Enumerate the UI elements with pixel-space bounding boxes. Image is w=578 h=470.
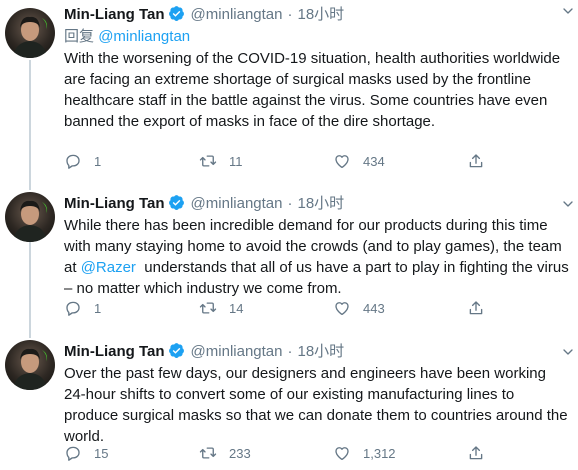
- reply-icon: [66, 154, 80, 169]
- separator-dot: ·: [287, 343, 293, 360]
- avatar[interactable]: [5, 340, 55, 390]
- retweet-icon: [199, 155, 217, 167]
- reply-count: 15: [94, 445, 109, 461]
- reply-count: 1: [94, 153, 102, 169]
- thread-connector: [29, 60, 31, 182]
- verified-badge-icon: [168, 6, 184, 21]
- thread-connector: [29, 182, 31, 190]
- tweet-timestamp[interactable]: 18小时: [298, 343, 345, 360]
- reply-button[interactable]: 1: [64, 149, 101, 173]
- author-name[interactable]: Min-Liang Tan: [64, 343, 165, 360]
- tweet-header: Min-Liang Tan @minliangtan · 18小时: [64, 193, 570, 215]
- heart-icon: [335, 302, 349, 316]
- tweet-content: Min-Liang Tan @minliangtan · 18小时 Over the …: [64, 341, 570, 447]
- tweet-text: With the worsening of the COVID-19 situa…: [64, 50, 561, 130]
- verified-badge-icon: [168, 343, 184, 358]
- tweet-actions: 15 233 1,312: [64, 441, 494, 465]
- mention-link-razer[interactable]: @Razer: [81, 259, 136, 276]
- author-handle[interactable]: @minliangtan: [191, 343, 283, 360]
- tweet-actions: 1 11 434: [64, 149, 494, 173]
- chevron-down-icon[interactable]: [560, 3, 576, 19]
- reply-context: 回复 @minliangtan: [64, 26, 570, 48]
- reply-icon: [66, 446, 80, 461]
- retweet-count: 11: [229, 153, 243, 169]
- reply-button[interactable]: 15: [64, 441, 108, 465]
- reply-mention-link[interactable]: @minliangtan: [98, 28, 190, 45]
- share-icon: [469, 154, 483, 168]
- avatar-image: [13, 200, 47, 242]
- like-count: 434: [363, 153, 385, 169]
- heart-icon: [335, 155, 349, 169]
- tweet-timestamp[interactable]: 18小时: [298, 6, 345, 23]
- author-name[interactable]: Min-Liang Tan: [64, 195, 165, 212]
- tweet[interactable]: Min-Liang Tan @minliangtan · 18小时 回复 @minli…: [0, 0, 578, 182]
- verified-badge-icon: [168, 195, 184, 210]
- reply-icon: [66, 301, 80, 316]
- like-button[interactable]: 434: [333, 149, 385, 173]
- avatar-image: [13, 348, 47, 390]
- like-count: 443: [363, 300, 385, 316]
- share-button[interactable]: [467, 441, 485, 465]
- tweet-header: Min-Liang Tan @minliangtan · 18小时: [64, 341, 570, 363]
- author-handle[interactable]: @minliangtan: [191, 6, 283, 23]
- tweet[interactable]: Min-Liang Tan @minliangtan · 18小时 Over the …: [0, 328, 578, 470]
- separator-dot: ·: [287, 195, 293, 212]
- like-button[interactable]: 1,312: [333, 441, 396, 465]
- retweet-button[interactable]: 14: [199, 296, 243, 320]
- retweet-count: 233: [229, 445, 251, 461]
- tweet-text-part: understands that all of us have a part t…: [64, 259, 573, 297]
- avatar-image: [13, 16, 47, 58]
- heart-icon: [335, 447, 349, 461]
- tweet-text: While there has been incredible demand f…: [64, 215, 570, 299]
- tweet[interactable]: Min-Liang Tan @minliangtan · 18小时 While the…: [0, 182, 578, 328]
- tweet-actions: 1 14 443: [64, 296, 494, 320]
- tweet-content: Min-Liang Tan @minliangtan · 18小时 While the…: [64, 193, 570, 299]
- reply-count: 1: [94, 300, 102, 316]
- chevron-down-icon[interactable]: [560, 344, 576, 360]
- author-handle[interactable]: @minliangtan: [191, 195, 283, 212]
- retweet-button[interactable]: 233: [199, 441, 251, 465]
- thread-connector: [29, 242, 31, 328]
- tweet-thread: Min-Liang Tan @minliangtan · 18小时 回复 @minli…: [0, 0, 578, 470]
- share-button[interactable]: [467, 296, 485, 320]
- avatar[interactable]: [5, 192, 55, 242]
- like-count: 1,312: [363, 445, 396, 461]
- tweet-content: Min-Liang Tan @minliangtan · 18小时 回复 @minli…: [64, 4, 570, 132]
- tweet-text: Over the past few days, our designers an…: [64, 365, 568, 445]
- like-button[interactable]: 443: [333, 296, 385, 320]
- retweet-button[interactable]: 11: [199, 149, 243, 173]
- chevron-down-icon[interactable]: [560, 196, 576, 212]
- author-name[interactable]: Min-Liang Tan: [64, 6, 165, 23]
- retweet-count: 14: [229, 300, 244, 316]
- retweet-icon: [199, 302, 217, 314]
- avatar[interactable]: [5, 8, 55, 58]
- separator-dot: ·: [287, 6, 293, 23]
- tweet-timestamp[interactable]: 18小时: [298, 195, 345, 212]
- share-button[interactable]: [467, 149, 485, 173]
- thread-connector: [29, 328, 31, 338]
- share-icon: [469, 301, 483, 315]
- reply-prefix: 回复: [64, 28, 95, 45]
- share-icon: [469, 446, 483, 460]
- retweet-icon: [199, 447, 217, 459]
- reply-button[interactable]: 1: [64, 296, 101, 320]
- tweet-header: Min-Liang Tan @minliangtan · 18小时: [64, 4, 570, 26]
